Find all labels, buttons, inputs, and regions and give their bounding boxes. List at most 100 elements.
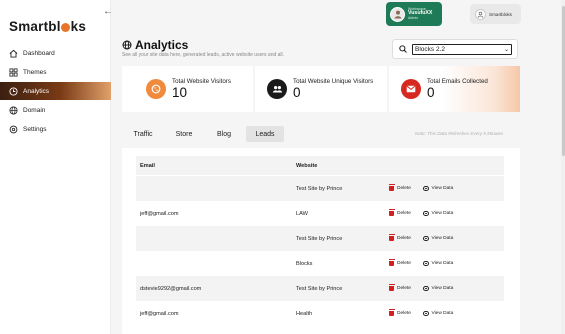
view-data-label: View Data xyxy=(431,311,454,316)
page-subtitle: See all your site data here, generated l… xyxy=(122,52,285,58)
tab-traffic[interactable]: Traffic xyxy=(122,126,164,142)
site-select-value: Blocks 2.2 xyxy=(415,45,445,53)
column-header-website: Website xyxy=(296,162,318,169)
delete-button[interactable]: Delete xyxy=(388,209,423,217)
trash-icon xyxy=(388,284,395,292)
logo-text-suffix: ks xyxy=(70,19,87,34)
stat-card-unique-visitors: Total Website Unique Visitors 0 xyxy=(255,66,387,112)
store-name: Smartbloks xyxy=(489,11,512,17)
stat-value: 0 xyxy=(427,84,435,100)
user-profile-card[interactable]: Workspace VusufuXX Admin xyxy=(386,2,442,26)
scrollbar-thumb[interactable] xyxy=(561,6,565,156)
delete-label: Delete xyxy=(397,261,411,266)
eye-icon xyxy=(423,185,429,192)
view-data-button[interactable]: View Data xyxy=(423,260,454,267)
row-website: Blocks xyxy=(296,260,313,267)
sidebar-item-label: Themes xyxy=(23,68,47,76)
eye-icon xyxy=(423,210,429,217)
logo-mark-icon xyxy=(61,22,71,32)
refresh-note: Note: This Data Refreshes Every 5 Minute… xyxy=(415,131,504,136)
eye-icon xyxy=(423,285,429,292)
table-row: Blocks Delete View Data xyxy=(136,251,504,276)
view-data-button[interactable]: View Data xyxy=(423,210,454,217)
gear-icon xyxy=(9,125,18,134)
sidebar-item-dashboard[interactable]: Dashboard xyxy=(0,44,111,62)
view-data-button[interactable]: View Data xyxy=(423,310,454,317)
cookie-icon xyxy=(146,79,166,99)
row-website: Test Site by Prince xyxy=(296,235,343,242)
eye-icon xyxy=(423,260,429,267)
sidebar-item-label: Analytics xyxy=(23,87,50,95)
row-email: dstevie9292@gmail.com xyxy=(140,285,202,292)
sidebar-item-domain[interactable]: Domain xyxy=(0,101,111,119)
globe-icon xyxy=(122,40,132,50)
row-email: jeff@gmail.com xyxy=(140,210,179,217)
leads-table: Email Website Test Site by Prince Delete V… xyxy=(122,148,520,334)
page-title-text: Analytics xyxy=(135,38,189,52)
delete-label: Delete xyxy=(397,211,411,216)
table-row: Test Site by Prince Delete View Data xyxy=(136,226,504,251)
delete-label: Delete xyxy=(397,286,411,291)
app-logo[interactable]: Smartbl ks xyxy=(9,19,86,34)
table-body: Test Site by Prince Delete View Data jeff@g… xyxy=(136,176,504,326)
stat-label: Total Website Visitors xyxy=(172,77,231,85)
view-data-label: View Data xyxy=(431,211,454,216)
view-data-button[interactable]: View Data xyxy=(423,285,453,292)
delete-button[interactable]: Delete xyxy=(388,284,423,292)
stat-value: 10 xyxy=(172,84,188,100)
row-website: Test Site by Prince xyxy=(296,285,343,292)
stat-card-visitors: Total Website Visitors 10 xyxy=(122,66,253,112)
grid-icon xyxy=(9,67,18,77)
delete-button[interactable]: Delete xyxy=(388,184,423,192)
row-website: LAW xyxy=(296,210,308,217)
store-switcher[interactable]: Smartbloks xyxy=(470,4,521,24)
delete-label: Delete xyxy=(397,236,411,241)
sidebar-nav: Dashboard Themes Analytics Domain Settin… xyxy=(0,44,111,139)
page-scrollbar[interactable] xyxy=(561,0,565,334)
home-icon xyxy=(9,49,18,58)
users-icon xyxy=(267,79,287,99)
trash-icon xyxy=(388,209,395,217)
user-role: Admin xyxy=(408,15,419,20)
stat-card-emails: Total Emails Collected 0 xyxy=(389,66,520,112)
tab-leads[interactable]: Leads xyxy=(246,126,284,142)
delete-button[interactable]: Delete xyxy=(388,259,423,267)
tab-store[interactable]: Store xyxy=(164,126,204,142)
view-data-label: View Data xyxy=(431,261,454,266)
chevron-down-icon: ⌄ xyxy=(503,46,509,53)
stats-row: Total Website Visitors 10 Total Website … xyxy=(122,66,520,112)
store-avatar-icon xyxy=(475,8,486,20)
table-row: dstevie9292@gmail.com Test Site by Prince… xyxy=(136,276,504,301)
sidebar-item-themes[interactable]: Themes xyxy=(0,63,111,81)
delete-label: Delete xyxy=(397,311,411,316)
view-data-button[interactable]: View Data xyxy=(423,235,453,242)
column-header-email: Email xyxy=(140,162,155,169)
eye-icon xyxy=(423,235,429,242)
user-workspace-label: Workspace xyxy=(408,6,426,11)
sidebar-item-analytics[interactable]: Analytics xyxy=(0,82,111,100)
row-website: Health xyxy=(296,310,313,317)
row-email: jeff@gmail.com xyxy=(140,310,179,317)
delete-button[interactable]: Delete xyxy=(388,234,423,242)
view-data-label: View Data xyxy=(431,186,454,191)
eye-icon xyxy=(423,310,429,317)
sidebar-item-label: Domain xyxy=(23,106,46,114)
site-select-dropdown[interactable]: Blocks 2.2 ⌄ xyxy=(412,43,512,55)
sidebar-item-settings[interactable]: Settings xyxy=(0,120,111,138)
trash-icon xyxy=(388,259,395,267)
stat-label: Total Emails Collected xyxy=(427,77,488,85)
site-selector[interactable]: Blocks 2.2 ⌄ xyxy=(392,39,518,59)
view-data-button[interactable]: View Data xyxy=(423,185,454,192)
table-row: jeff@gmail.com LAW Delete View Data xyxy=(136,201,504,226)
tab-blog[interactable]: Blog xyxy=(204,126,244,142)
trash-icon xyxy=(388,234,395,242)
trash-icon xyxy=(388,309,395,317)
stat-label: Total Website Unique Visitors xyxy=(293,77,374,85)
mail-icon xyxy=(401,79,421,99)
page-title: Analytics xyxy=(122,38,188,52)
delete-button[interactable]: Delete xyxy=(388,309,423,317)
sidebar: Smartbl ks ← Dashboard Themes Analytics D xyxy=(0,0,113,334)
avatar xyxy=(390,6,405,22)
row-website: Test Site by Prince xyxy=(296,185,343,192)
delete-label: Delete xyxy=(397,186,411,191)
